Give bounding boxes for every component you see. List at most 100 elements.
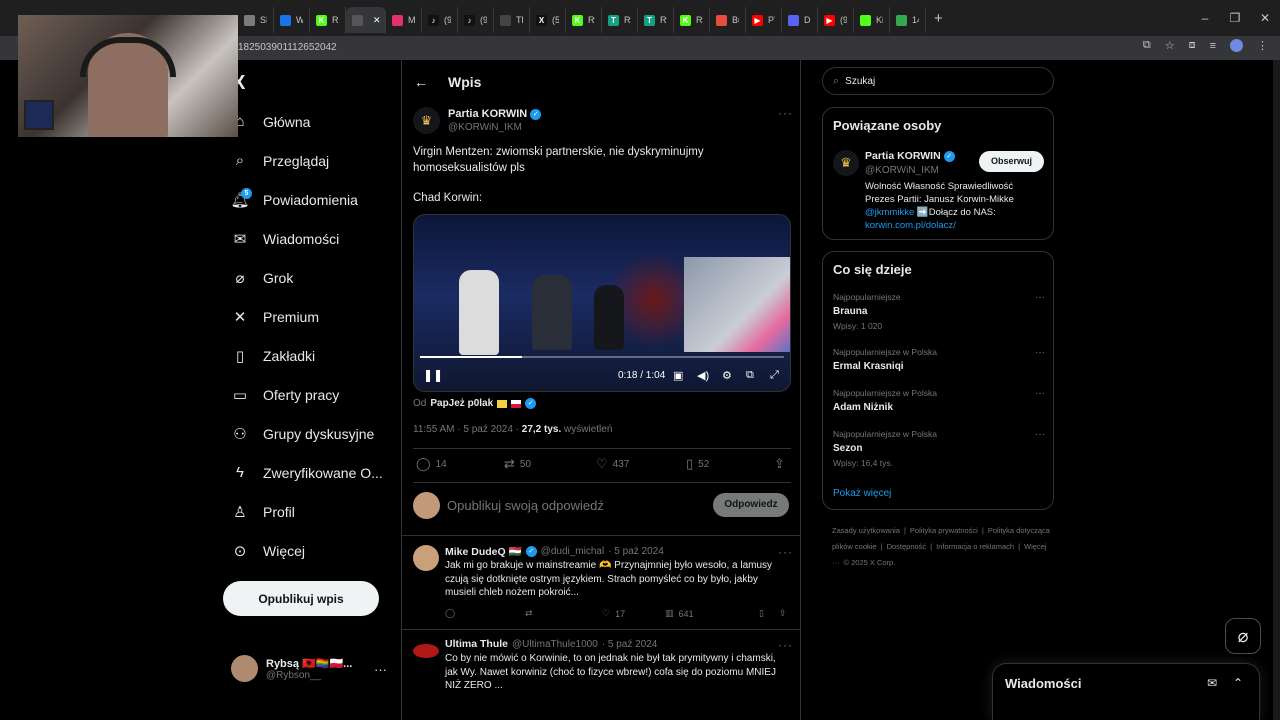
account-switcher[interactable]: Rybsą 🇦🇱🏳️‍🌈🇵🇱... @Rybson__ bbox=[231, 655, 352, 682]
reply-bookmark-button[interactable]: ▯ bbox=[759, 608, 764, 619]
close-window-button[interactable]: ✕ bbox=[1250, 11, 1280, 25]
browser-tab[interactable]: Man bbox=[386, 7, 422, 33]
bookmark-star-icon[interactable]: ☆ bbox=[1165, 39, 1175, 52]
share-button[interactable]: ⇪ bbox=[774, 456, 785, 472]
expand-up-icon[interactable]: ⌃ bbox=[1233, 676, 1243, 690]
source-author[interactable]: PapJeż p0lak bbox=[430, 398, 493, 409]
reply-author-name[interactable]: Ultima Thule bbox=[445, 638, 508, 650]
reply-more-icon[interactable]: ··· bbox=[778, 545, 793, 559]
nav-item-more-circle[interactable]: ⊙ Więcej bbox=[222, 531, 397, 570]
browser-tab[interactable]: ♪ (99+ bbox=[422, 7, 458, 33]
footer-link[interactable]: Informacja o reklamach bbox=[936, 542, 1014, 551]
author-handle[interactable]: @KORWiN_IKM bbox=[448, 122, 541, 133]
browser-tab[interactable]: The bbox=[494, 7, 530, 33]
reply-author-name[interactable]: Mike DudeQ 🇭🇺 bbox=[445, 545, 522, 558]
show-more-link[interactable]: Pokaż więcej bbox=[833, 488, 891, 499]
tweet-more-icon[interactable]: ··· bbox=[778, 106, 793, 120]
browser-tab[interactable]: Wat bbox=[274, 7, 310, 33]
browser-tab[interactable]: K RFN bbox=[310, 7, 346, 33]
video-progress-bar[interactable] bbox=[420, 356, 784, 358]
browser-tab[interactable]: Kick bbox=[854, 7, 890, 33]
reply-tweet[interactable]: Mike DudeQ 🇭🇺 ✓ @dudi_michal · 5 paź 2024 ·… bbox=[413, 545, 793, 625]
volume-icon[interactable]: ◀) bbox=[697, 369, 709, 382]
extensions-icon[interactable]: ⧈ bbox=[1189, 39, 1196, 52]
settings-gear-icon[interactable]: ⚙ bbox=[722, 369, 732, 382]
nav-item-mail[interactable]: ✉ Wiadomości bbox=[222, 219, 397, 258]
browser-tab[interactable]: T Ryb bbox=[602, 7, 638, 33]
avatar[interactable] bbox=[413, 644, 439, 658]
profile-avatar[interactable] bbox=[1230, 39, 1243, 52]
like-button[interactable]: ♡ 437 bbox=[596, 456, 629, 472]
nav-item-bell[interactable]: 🔔︎ 5 Powiadomienia bbox=[222, 180, 397, 219]
nav-item-grok[interactable]: ⌀ Grok bbox=[222, 258, 397, 297]
avatar[interactable] bbox=[413, 545, 439, 571]
nav-item-search[interactable]: ⌕ Przeglądaj bbox=[222, 141, 397, 180]
footer-link[interactable]: Dostępność bbox=[887, 542, 927, 551]
bio-mention-link[interactable]: @jkmmikke bbox=[865, 207, 914, 218]
trend-more-icon[interactable]: ··· bbox=[1035, 292, 1045, 303]
search-input[interactable]: ⌕ Szukaj bbox=[822, 67, 1054, 95]
repost-button[interactable]: ⇄ 50 bbox=[504, 456, 531, 472]
restore-button[interactable]: ❐ bbox=[1220, 11, 1250, 25]
nav-item-x-premium[interactable]: ✕ Premium bbox=[222, 297, 397, 336]
reply-date[interactable]: · 5 paź 2024 bbox=[602, 639, 658, 650]
browser-menu-icon[interactable]: ⋮ bbox=[1257, 39, 1268, 52]
crown-avatar-icon[interactable]: ♛ bbox=[833, 150, 859, 176]
pause-icon[interactable]: ❚❚ bbox=[423, 368, 443, 382]
back-arrow-icon[interactable]: ← bbox=[414, 74, 428, 90]
browser-tab[interactable]: K Ryb bbox=[674, 7, 710, 33]
reply-submit-button[interactable]: Odpowiedz bbox=[713, 493, 789, 517]
fullscreen-icon[interactable]: ⤢ bbox=[770, 369, 779, 382]
browser-tab[interactable]: K Ryb bbox=[566, 7, 602, 33]
video-player[interactable]: ❚❚ 0:18 / 1:04 ▣ ◀) ⚙ ⧉ ⤢ bbox=[413, 214, 791, 392]
browser-tab[interactable]: 147 bbox=[890, 7, 926, 33]
browser-tab[interactable]: ▶ (9) K bbox=[818, 7, 854, 33]
picture-in-picture-icon[interactable]: ⧉ bbox=[746, 369, 754, 382]
tweet-author[interactable]: ♛ Partia KORWIN ✓ @KORWiN_IKM bbox=[413, 107, 542, 134]
messages-drawer[interactable]: Wiadomości ✉ ⌃ bbox=[992, 663, 1260, 720]
nav-item-lightning[interactable]: ϟ Zweryfikowane O... bbox=[222, 453, 397, 492]
reply-share-button[interactable]: ⇪ bbox=[779, 608, 787, 619]
browser-tab[interactable]: ♪ (99+ bbox=[458, 7, 494, 33]
browser-tab[interactable]: SK bbox=[238, 7, 274, 33]
trend-item[interactable]: Najpopularniejsze w Polska Sezon Wpisy: … bbox=[833, 429, 1045, 468]
new-message-icon[interactable]: ✉ bbox=[1207, 676, 1217, 690]
trend-item[interactable]: Najpopularniejsze w Polska Ermal Krasniq… bbox=[833, 347, 1045, 376]
install-app-icon[interactable]: ⧉ bbox=[1143, 39, 1151, 52]
captions-icon[interactable]: ▣ bbox=[673, 369, 683, 382]
post-button[interactable]: Opublikuj wpis bbox=[223, 581, 379, 616]
bookmark-button[interactable]: ▯ 52 bbox=[686, 456, 709, 472]
trend-item[interactable]: Najpopularniejsze Brauna Wpisy: 1 020 ··… bbox=[833, 292, 1045, 331]
reply-comment-button[interactable]: ◯ bbox=[445, 608, 455, 619]
reply-author-handle[interactable]: @UltimaThule1000 bbox=[512, 639, 598, 650]
browser-tab[interactable]: Buy bbox=[710, 7, 746, 33]
browser-tab[interactable]: ▶ PYS bbox=[746, 7, 782, 33]
reply-input[interactable]: Opublikuj swoją odpowiedź bbox=[447, 498, 604, 513]
browser-tab[interactable]: T Ryb bbox=[638, 7, 674, 33]
trend-more-icon[interactable]: ··· bbox=[1035, 388, 1045, 399]
tweet-time[interactable]: 11:55 AM · 5 paź 2024 bbox=[413, 424, 513, 435]
reply-button[interactable]: ◯ 14 bbox=[416, 456, 447, 472]
reply-tweet[interactable]: Ultima Thule @UltimaThule1000 · 5 paź 2024… bbox=[413, 638, 793, 718]
browser-tab[interactable]: X (5) G bbox=[530, 7, 566, 33]
follow-button[interactable]: Obserwuj bbox=[979, 151, 1044, 172]
url-field[interactable]: 1825039011126520​42 bbox=[238, 42, 337, 53]
nav-item-person[interactable]: ♙ Profil bbox=[222, 492, 397, 531]
browser-tab[interactable]: Dzie bbox=[782, 7, 818, 33]
related-name[interactable]: Partia KORWIN bbox=[865, 150, 941, 162]
scrollbar[interactable] bbox=[1273, 60, 1280, 720]
reply-repost-button[interactable]: ⇄ bbox=[525, 608, 533, 619]
nav-item-people[interactable]: ⚇ Grupy dyskusyjne bbox=[222, 414, 397, 453]
reply-like-button[interactable]: ♡ 17 bbox=[602, 608, 625, 619]
trend-more-icon[interactable]: ··· bbox=[1035, 347, 1045, 358]
browser-tab[interactable]: ✕ bbox=[346, 7, 386, 33]
footer-link[interactable]: © 2025 X Corp. bbox=[844, 558, 896, 567]
nav-item-home[interactable]: ⌂ Główna bbox=[222, 102, 397, 141]
bio-link[interactable]: korwin.com.pl/dolacz/ bbox=[865, 219, 1050, 232]
related-handle[interactable]: @KORWiN_IKM bbox=[865, 165, 939, 176]
reply-author-handle[interactable]: @dudi_michal bbox=[541, 546, 605, 557]
account-more-icon[interactable]: ··· bbox=[374, 662, 387, 677]
crown-avatar-icon[interactable]: ♛ bbox=[413, 107, 440, 134]
reply-views-button[interactable]: ▥ 641 bbox=[665, 608, 694, 619]
trend-more-icon[interactable]: ··· bbox=[1035, 429, 1045, 440]
